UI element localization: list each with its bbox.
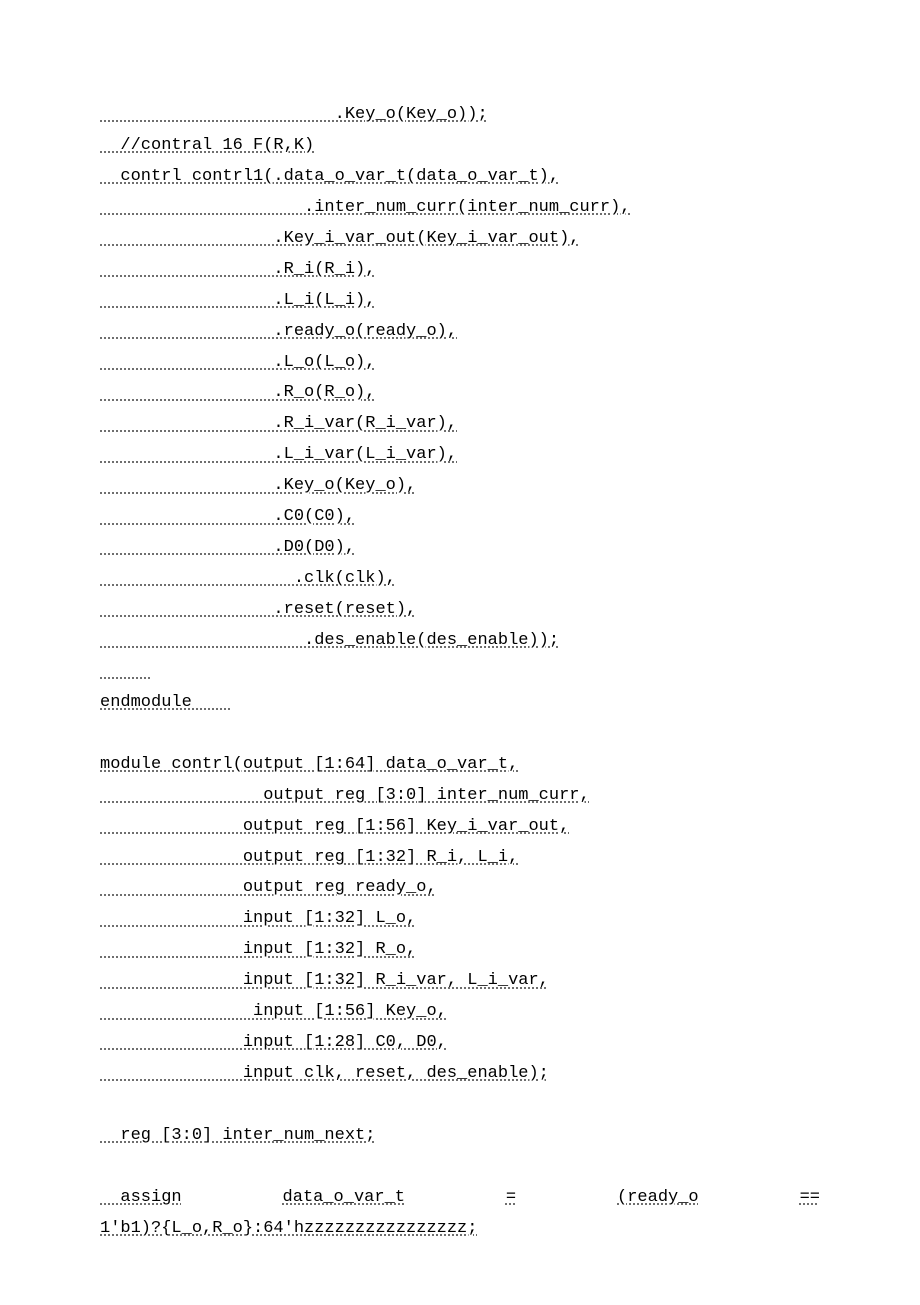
code-line: .L_o(L_o), (100, 348, 820, 379)
code-text: //contral 16 F(R,K) (100, 136, 314, 155)
code-line: input clk, reset, des_enable); (100, 1059, 820, 1090)
code-line: .R_o(R_o), (100, 378, 820, 409)
code-text: endmodule (100, 693, 233, 712)
code-text: contrl contrl1(.data_o_var_t(data_o_var_… (100, 167, 559, 186)
code-text: .L_i(L_i), (100, 291, 375, 310)
code-text: .clk(clk), (100, 569, 396, 588)
code-line: .inter_num_curr(inter_num_curr), (100, 193, 820, 224)
code-text: .D0(D0), (100, 538, 355, 557)
code-line: output reg [3:0] inter_num_curr, (100, 781, 820, 812)
code-text: input [1:32] R_o, (100, 940, 416, 959)
code-text: 1'b1)?{L_o,R_o}:64'hzzzzzzzzzzzzzzzz; (100, 1219, 477, 1238)
code-line: .R_i_var(R_i_var), (100, 409, 820, 440)
blank-line (100, 1090, 820, 1121)
code-text: .C0(C0), (100, 507, 355, 526)
code-document: .Key_o(Key_o)); //contral 16 F(R,K) cont… (100, 100, 820, 1245)
code-text: .L_o(L_o), (100, 353, 375, 372)
code-line: output reg ready_o, (100, 873, 820, 904)
code-line (100, 657, 820, 688)
code-text: .R_i(R_i), (100, 260, 375, 279)
code-text: input [1:32] L_o, (100, 909, 416, 928)
code-text: (ready_o (617, 1183, 699, 1214)
code-line: .des_enable(des_enable)); (100, 626, 820, 657)
code-text: .Key_i_var_out(Key_i_var_out), (100, 229, 579, 248)
code-text (100, 662, 151, 681)
code-text: reg [3:0] inter_num_next; (100, 1126, 375, 1145)
code-line: .L_i(L_i), (100, 286, 820, 317)
code-text: data_o_var_t (283, 1183, 405, 1214)
code-line: endmodule (100, 688, 820, 719)
code-line: reg [3:0] inter_num_next; (100, 1121, 820, 1152)
code-text: assign (100, 1183, 182, 1214)
blank-line (100, 1152, 820, 1183)
code-text: .Key_o(Key_o), (100, 476, 416, 495)
code-line: output reg [1:32] R_i, L_i, (100, 843, 820, 874)
code-text: .Key_o(Key_o)); (100, 105, 488, 124)
code-text: input [1:28] C0, D0, (100, 1033, 447, 1052)
code-text: .R_o(R_o), (100, 383, 375, 402)
code-text: .reset(reset), (100, 600, 416, 619)
code-text: .des_enable(des_enable)); (100, 631, 559, 650)
code-line: .Key_i_var_out(Key_i_var_out), (100, 224, 820, 255)
code-line: input [1:32] L_o, (100, 904, 820, 935)
code-line: .C0(C0), (100, 502, 820, 533)
code-line: input [1:28] C0, D0, (100, 1028, 820, 1059)
code-line: .clk(clk), (100, 564, 820, 595)
code-line: .R_i(R_i), (100, 255, 820, 286)
code-text: output reg [1:56] Key_i_var_out, (100, 817, 569, 836)
code-text: .inter_num_curr(inter_num_curr), (100, 198, 631, 217)
code-text: input clk, reset, des_enable); (100, 1064, 549, 1083)
code-line: .L_i_var(L_i_var), (100, 440, 820, 471)
code-text: input [1:56] Key_o, (100, 1002, 447, 1021)
code-line: output reg [1:56] Key_i_var_out, (100, 812, 820, 843)
code-line: input [1:56] Key_o, (100, 997, 820, 1028)
code-line: .D0(D0), (100, 533, 820, 564)
code-text: .R_i_var(R_i_var), (100, 414, 457, 433)
code-text: input [1:32] R_i_var, L_i_var, (100, 971, 549, 990)
code-line: .Key_o(Key_o), (100, 471, 820, 502)
code-line: contrl contrl1(.data_o_var_t(data_o_var_… (100, 162, 820, 193)
code-line: .ready_o(ready_o), (100, 317, 820, 348)
code-line: .Key_o(Key_o)); (100, 100, 820, 131)
code-line: 1'b1)?{L_o,R_o}:64'hzzzzzzzzzzzzzzzz; (100, 1214, 820, 1245)
code-text: = (506, 1183, 516, 1214)
justified-code-line: assign data_o_var_t = (ready_o == (100, 1183, 820, 1214)
code-text: output reg [3:0] inter_num_curr, (100, 786, 590, 805)
code-text: output reg ready_o, (100, 878, 437, 897)
code-line: input [1:32] R_o, (100, 935, 820, 966)
code-line: //contral 16 F(R,K) (100, 131, 820, 162)
blank-line (100, 719, 820, 750)
code-line: module contrl(output [1:64] data_o_var_t… (100, 750, 820, 781)
code-text: .ready_o(ready_o), (100, 322, 457, 341)
code-line: input [1:32] R_i_var, L_i_var, (100, 966, 820, 997)
code-text: .L_i_var(L_i_var), (100, 445, 457, 464)
code-text: output reg [1:32] R_i, L_i, (100, 848, 518, 867)
code-text: module contrl(output [1:64] data_o_var_t… (100, 755, 518, 774)
code-text: == (800, 1183, 820, 1214)
code-line: .reset(reset), (100, 595, 820, 626)
